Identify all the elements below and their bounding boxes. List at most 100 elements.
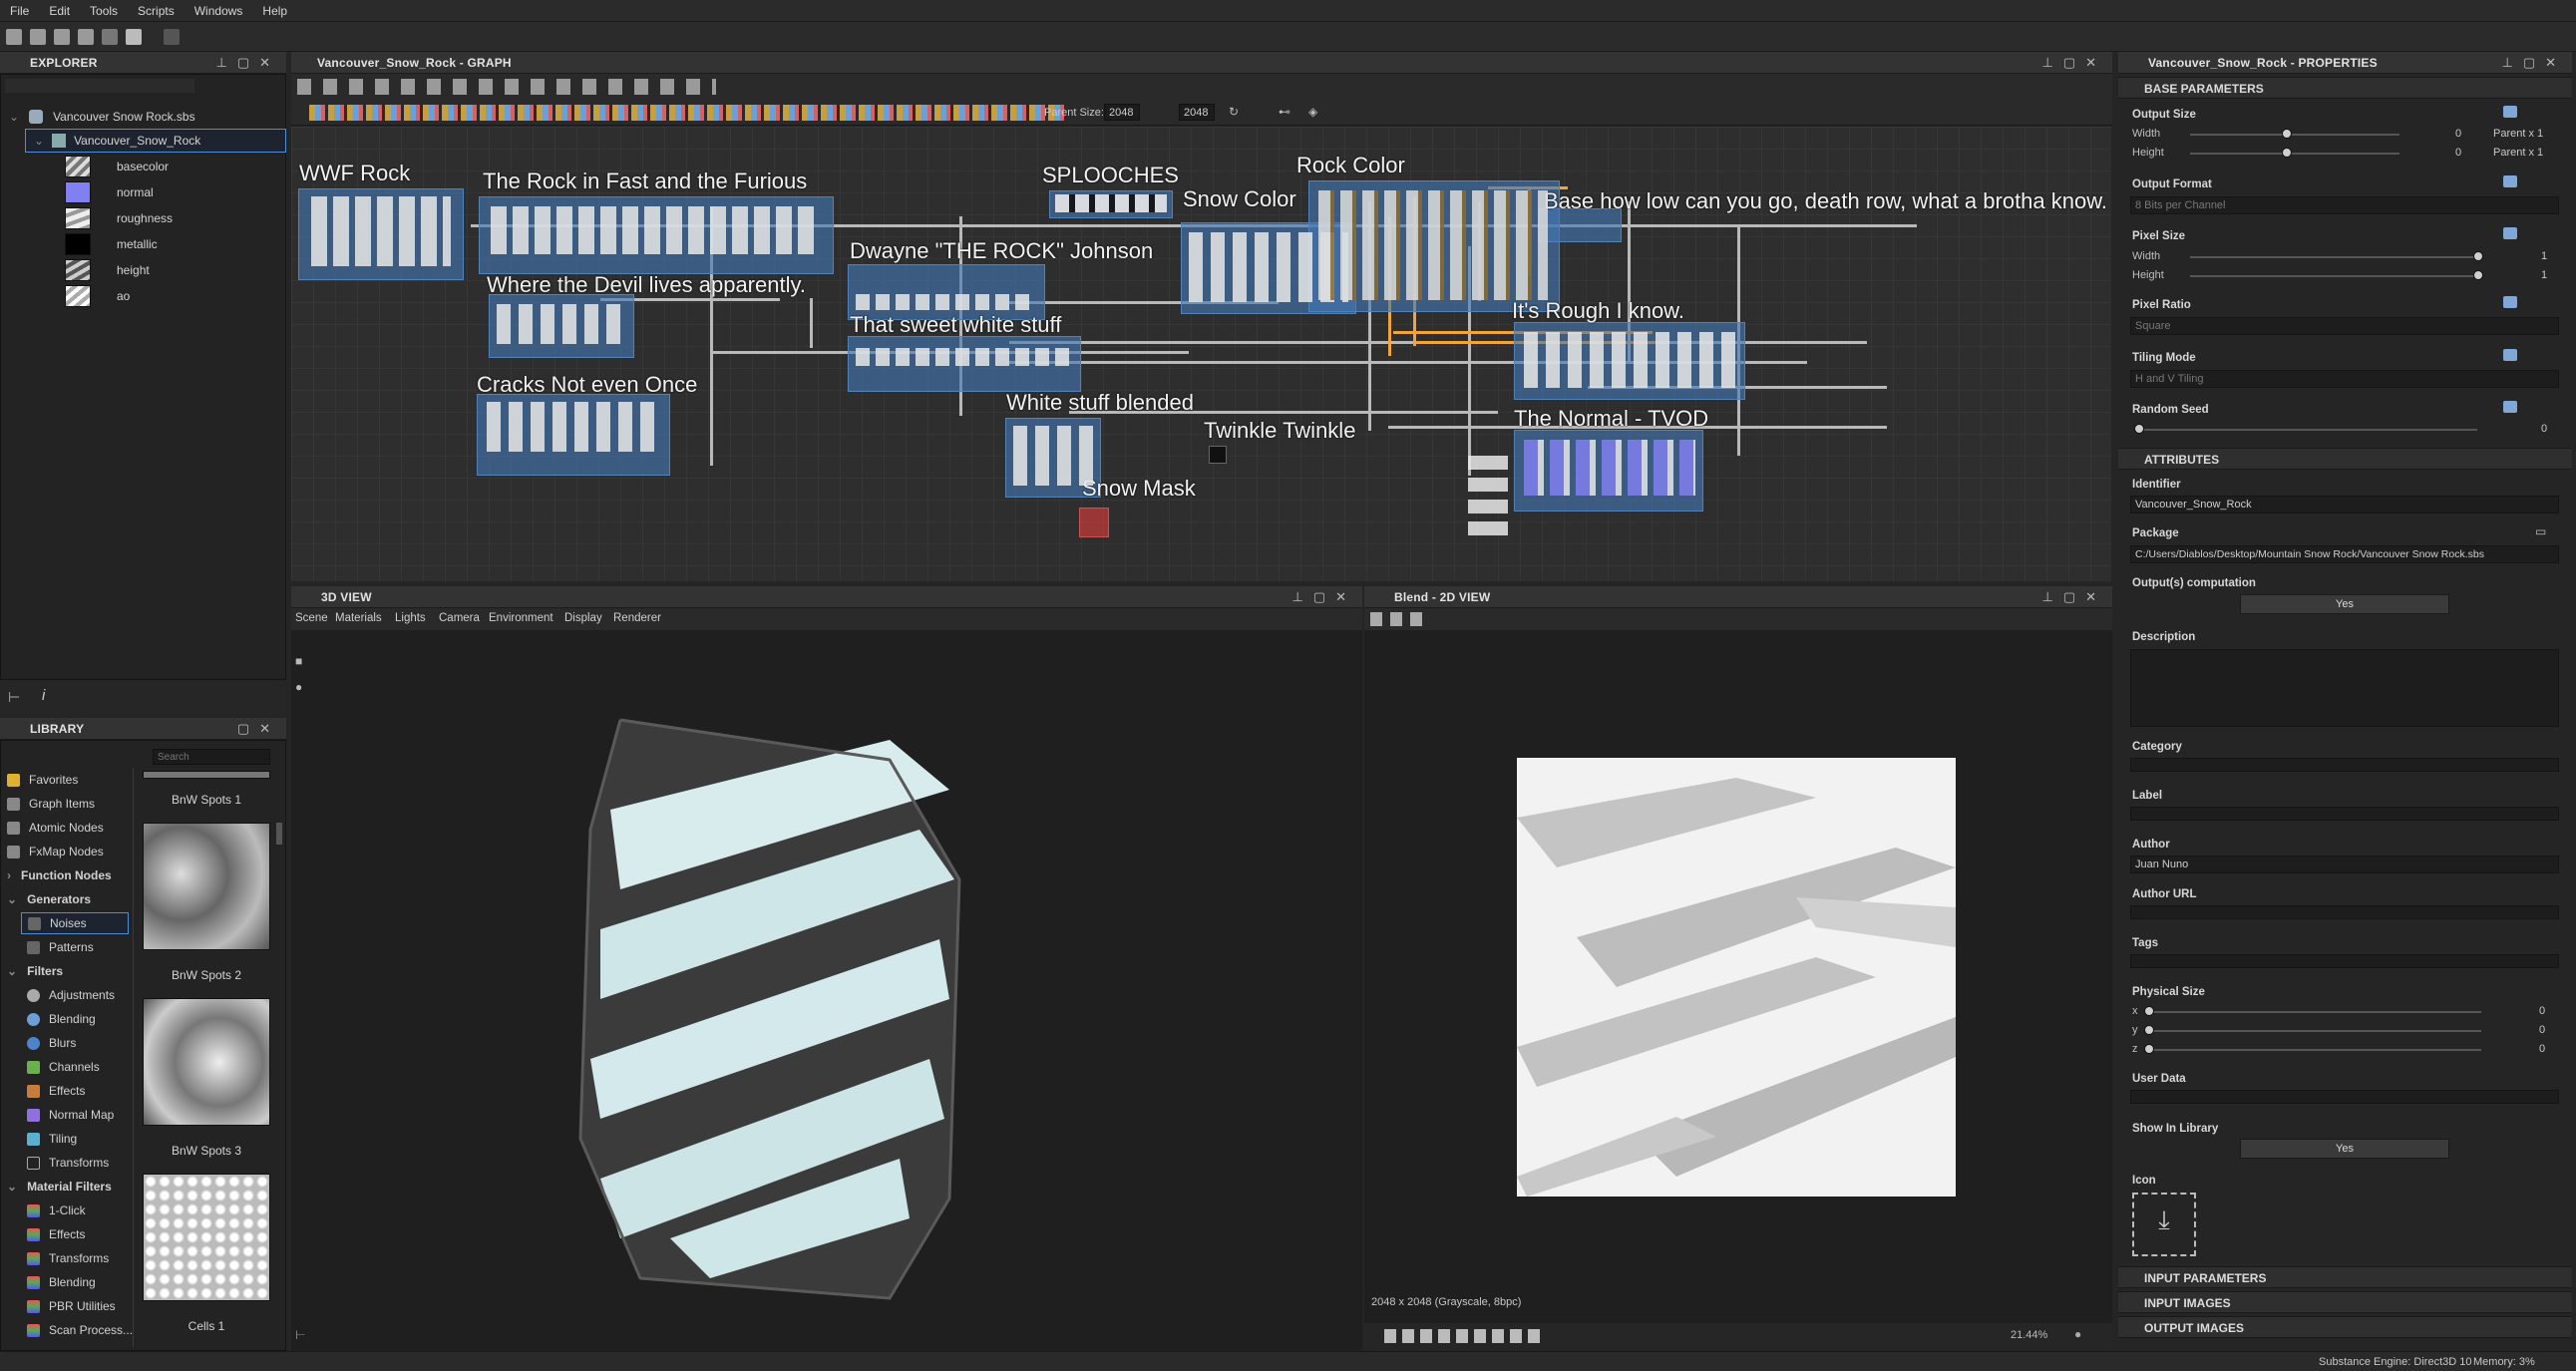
view2d-tool-icons[interactable]	[1370, 612, 1430, 626]
menu-display[interactable]: Display	[564, 612, 602, 624]
save-all-icon[interactable]	[102, 29, 118, 45]
node-palette-icons[interactable]	[309, 105, 1067, 121]
library-item-tiling[interactable]: Tiling	[27, 1128, 77, 1150]
panel-buttons[interactable]: ⊥▢✕	[2042, 55, 2107, 71]
physical-y-value[interactable]: 0	[2539, 1024, 2545, 1036]
label-field[interactable]	[2130, 807, 2559, 821]
physical-y-slider[interactable]	[2152, 1030, 2481, 1032]
graph-frame[interactable]	[1079, 508, 1109, 537]
library-item-mf-blending[interactable]: Blending	[27, 1271, 96, 1293]
library-item-adjustments[interactable]: Adjustments	[27, 984, 115, 1006]
library-item-fxmap[interactable]: FxMap Nodes	[7, 841, 104, 862]
info-icon[interactable]: i	[42, 687, 45, 704]
node-group[interactable]	[311, 196, 451, 266]
library-item-normal-map[interactable]: Normal Map	[27, 1104, 114, 1126]
node[interactable]	[1209, 446, 1227, 464]
node-group[interactable]	[1013, 426, 1093, 486]
panel-buttons[interactable]: ⊥▢✕	[2042, 589, 2107, 605]
library-item-material-filters[interactable]: ⌄ Material Filters	[7, 1176, 112, 1198]
description-field[interactable]	[2130, 649, 2559, 727]
light-icon[interactable]: ●	[295, 680, 302, 694]
library-item-graph-items[interactable]: Graph Items	[7, 793, 95, 815]
section-output-images[interactable]: OUTPUT IMAGES	[2118, 1316, 2572, 1338]
category-field[interactable]	[2130, 758, 2559, 772]
tree-package[interactable]: ⌄ Vancouver Snow Rock.sbs	[9, 105, 195, 129]
section-input-parameters[interactable]: INPUT PARAMETERS	[2118, 1266, 2572, 1288]
graph-tool-icons[interactable]	[297, 79, 716, 95]
tree-output[interactable]: ao	[65, 284, 130, 308]
menu-environment[interactable]: Environment	[489, 612, 553, 624]
library-item-channels[interactable]: Channels	[27, 1056, 100, 1078]
pixel-width-value[interactable]: 1	[2541, 250, 2547, 262]
pixel-height-value[interactable]: 1	[2541, 269, 2547, 281]
menu-edit[interactable]: Edit	[39, 0, 80, 18]
corner-icon[interactable]: ⊢	[295, 1328, 305, 1342]
pixel-width-slider[interactable]	[2190, 256, 2479, 258]
menu-tools[interactable]: Tools	[80, 0, 128, 18]
library-item-transforms[interactable]: Transforms	[27, 1152, 109, 1174]
node-group[interactable]	[1524, 332, 1737, 388]
library-thumb[interactable]	[143, 1174, 270, 1301]
show-in-library-button[interactable]: Yes	[2240, 1139, 2449, 1159]
output-width-knob[interactable]	[2282, 129, 2292, 139]
identifier-field[interactable]: Vancouver_Snow_Rock	[2130, 496, 2559, 514]
node-group[interactable]	[1468, 456, 1508, 535]
output-width-slider[interactable]	[2190, 134, 2399, 136]
menu-help[interactable]: Help	[252, 0, 297, 18]
view3d-viewport[interactable]: ■ ● ⊢	[291, 630, 1362, 1351]
new-graph-icon[interactable]	[30, 29, 46, 45]
zoom-level[interactable]: 21.44%	[2011, 1329, 2047, 1341]
menu-scene[interactable]: Scene	[295, 612, 328, 624]
node-group[interactable]	[491, 206, 820, 254]
section-input-images[interactable]: INPUT IMAGES	[2118, 1291, 2572, 1313]
link-icon[interactable]	[2503, 106, 2517, 118]
view2d-channel-icons[interactable]	[1384, 1329, 1544, 1343]
library-item-noises[interactable]: Noises	[21, 912, 129, 934]
save-icon[interactable]	[78, 29, 94, 45]
section-attributes[interactable]: ATTRIBUTES	[2118, 448, 2572, 470]
output-computation-button[interactable]: Yes	[2240, 594, 2449, 614]
view2d-viewport[interactable]: 2048 x 2048 (Grayscale, 8bpc)	[1364, 630, 2112, 1333]
menu-file[interactable]: File	[0, 0, 39, 18]
node-group[interactable]	[856, 348, 1071, 366]
section-base-parameters[interactable]: BASE PARAMETERS	[2118, 77, 2572, 99]
link-icon[interactable]	[2503, 296, 2517, 308]
random-seed-knob[interactable]	[2134, 424, 2144, 434]
layout-icon[interactable]: ⊷	[1279, 105, 1290, 119]
stats-icon[interactable]: ◈	[1308, 105, 1317, 119]
physical-z-knob[interactable]	[2144, 1044, 2154, 1054]
node-group[interactable]	[1524, 440, 1695, 496]
library-item-patterns[interactable]: Patterns	[27, 936, 94, 958]
physical-z-value[interactable]: 0	[2539, 1043, 2545, 1055]
library-search-input[interactable]	[153, 749, 270, 765]
library-item-function[interactable]: › Function Nodes	[7, 864, 112, 886]
panel-buttons[interactable]: ⊥▢✕	[1292, 589, 1357, 605]
library-item-atomic[interactable]: Atomic Nodes	[7, 817, 104, 839]
library-item-mf-transforms[interactable]: Transforms	[27, 1247, 109, 1269]
physical-y-knob[interactable]	[2144, 1025, 2154, 1035]
node-group[interactable]	[1318, 190, 1548, 300]
open-icon[interactable]	[54, 29, 70, 45]
author-field[interactable]: Juan Nuno	[2130, 856, 2559, 873]
output-format-select[interactable]: 8 Bits per Channel	[2130, 196, 2559, 214]
library-scrollbar[interactable]	[276, 823, 282, 845]
menu-scripts[interactable]: Scripts	[128, 0, 184, 18]
pixel-ratio-select[interactable]: Square	[2130, 317, 2559, 335]
camera-icon[interactable]: ■	[295, 654, 302, 668]
tree-output[interactable]: roughness	[65, 206, 173, 230]
link-icon[interactable]	[2503, 401, 2517, 413]
physical-x-knob[interactable]	[2144, 1006, 2154, 1016]
parent-size-h-select[interactable]: 2048	[1179, 104, 1215, 121]
tree-output[interactable]: height	[65, 258, 150, 282]
library-item-1click[interactable]: 1-Click	[27, 1200, 86, 1221]
library-item-favorites[interactable]: Favorites	[7, 769, 78, 791]
menu-windows[interactable]: Windows	[184, 0, 253, 18]
library-item-mf-effects[interactable]: Effects	[27, 1223, 85, 1245]
link-icon[interactable]	[2503, 175, 2517, 187]
redo-icon[interactable]	[164, 29, 180, 45]
output-height-value[interactable]: 0	[2455, 147, 2461, 159]
menu-camera[interactable]: Camera	[439, 612, 480, 624]
tags-field[interactable]	[2130, 954, 2559, 968]
new-package-icon[interactable]	[6, 29, 22, 45]
refresh-icon[interactable]: ↻	[1229, 105, 1239, 119]
